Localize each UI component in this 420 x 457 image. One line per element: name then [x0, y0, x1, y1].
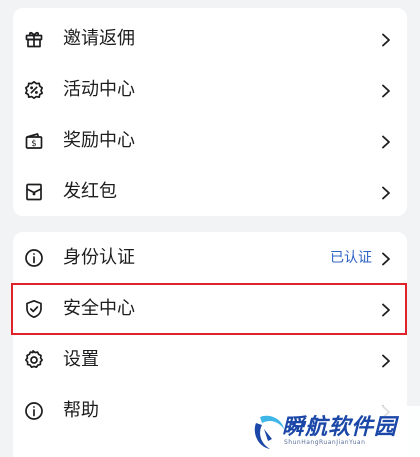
gift-icon [24, 29, 44, 49]
verification-status-text: 已认证 [330, 250, 372, 266]
chevron-right-icon [379, 353, 393, 368]
menu-item-label: 身份认证 [63, 247, 135, 268]
reward-wallet-icon: $ [24, 131, 44, 151]
chevron-right-icon [379, 134, 393, 149]
watermark: 瞬航软件园 ShunHangRuanJianYuan [244, 406, 420, 457]
chevron-right-icon [379, 32, 393, 47]
menu-item-label: 奖励中心 [63, 130, 135, 151]
chevron-right-icon [379, 83, 393, 98]
menu-item-security-center[interactable]: 安全中心 [13, 284, 407, 334]
gear-icon [24, 350, 44, 370]
menu-item-settings[interactable]: 设置 [13, 335, 407, 385]
watermark-title: 瞬航软件园 [282, 415, 398, 440]
chevron-right-icon [379, 251, 393, 266]
watermark-subtitle: ShunHangRuanJianYuan [284, 439, 366, 446]
shield-check-icon [24, 299, 44, 319]
menu-item-label: 设置 [63, 349, 99, 370]
menu-item-identity-verification[interactable]: 身份认证 已认证 [13, 233, 407, 283]
menu-item-reward-center[interactable]: $ 奖励中心 [13, 116, 407, 166]
menu-item-label: 发红包 [63, 181, 117, 202]
menu-card-1: 邀请返佣 活动中心 $ 奖励中心 发红包 [13, 8, 407, 216]
red-packet-icon [24, 182, 44, 202]
menu-item-send-red-packet[interactable]: 发红包 [13, 167, 407, 217]
activity-badge-icon [24, 80, 44, 100]
info-icon [24, 401, 44, 421]
menu-item-label: 安全中心 [63, 298, 135, 319]
menu-item-label: 邀请返佣 [63, 28, 135, 49]
chevron-right-icon [379, 185, 393, 200]
svg-text:$: $ [31, 139, 36, 149]
chevron-right-icon [379, 302, 393, 317]
menu-item-label: 活动中心 [63, 79, 135, 100]
menu-item-activity-center[interactable]: 活动中心 [13, 65, 407, 115]
info-icon [24, 248, 44, 268]
menu-item-invite-rebate[interactable]: 邀请返佣 [13, 14, 407, 64]
menu-item-label: 帮助 [63, 400, 99, 421]
